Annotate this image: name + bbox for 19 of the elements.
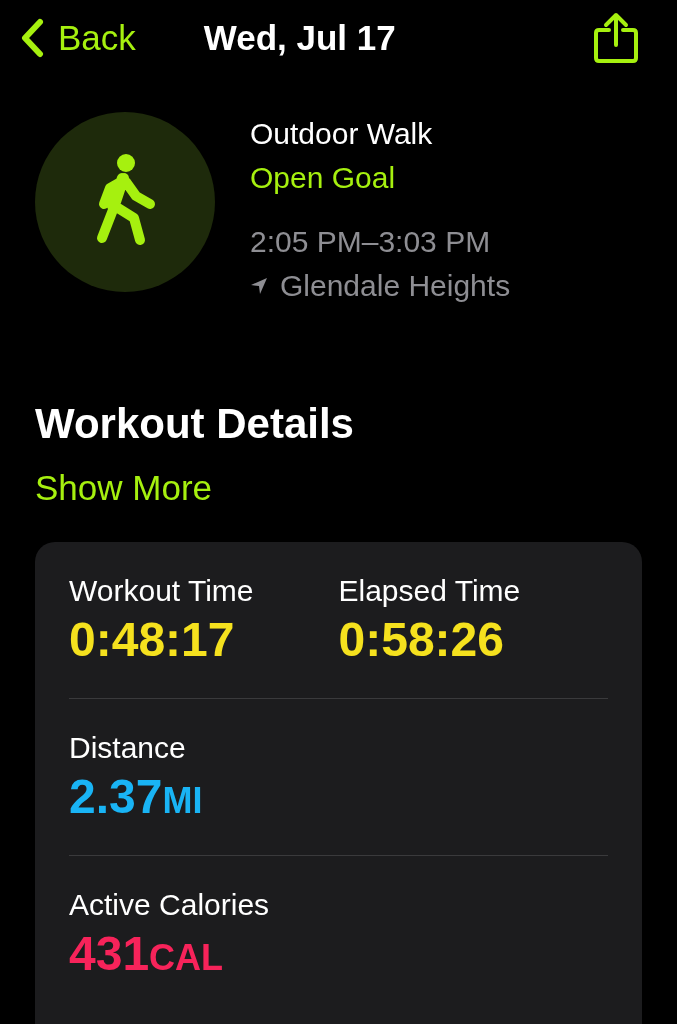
section-title: Workout Details [34,400,355,448]
location-arrow-icon [250,277,268,295]
metric-value: 431CAL [69,925,225,981]
workout-name: Outdoor Walk [250,116,434,152]
chevron-left-icon [20,18,44,58]
workout-location: Glendale Heights [280,268,511,304]
workout-time-range: 2:05 PM–3:03 PM [250,224,492,260]
metric-label: Elapsed Time [338,573,522,608]
date-title: Wed, Jul 17 [203,18,397,58]
metric-value: 0:48:17 [69,611,236,667]
show-more-link[interactable]: Show More [35,468,213,508]
metric-value: 2.37MI [69,768,204,824]
workout-goal: Open Goal [250,160,397,196]
metric-label: Active Calories [69,887,271,922]
back-button[interactable]: Back [20,18,136,58]
metric-value: 0:58:26 [338,611,505,667]
share-icon[interactable] [593,12,639,64]
metric-label: Distance [69,730,187,765]
metric-label: Workout Time [69,573,255,608]
